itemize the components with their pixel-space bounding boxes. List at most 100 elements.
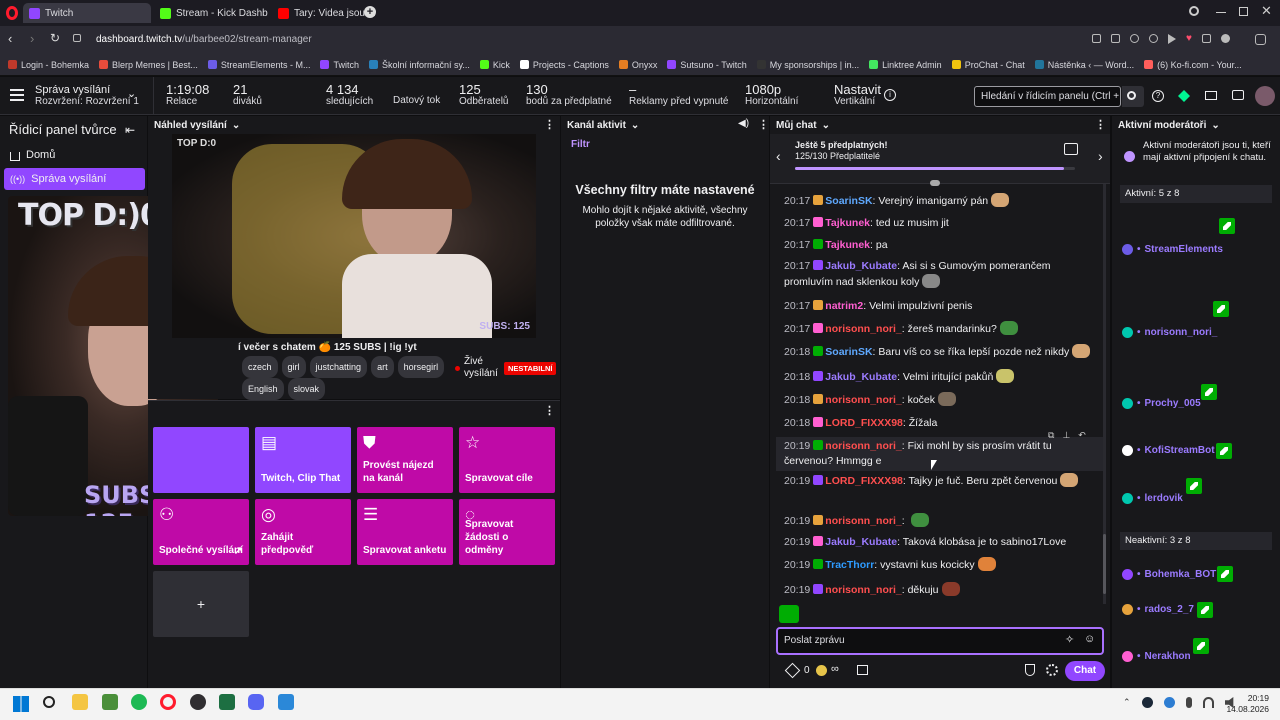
header-stat[interactable]: 125 Odběratelů: [459, 83, 508, 108]
chat-username[interactable]: norisonn_nori_: [825, 584, 901, 596]
collapse-sidebar-icon[interactable]: ⇤: [125, 123, 135, 137]
bookmark-item[interactable]: (6) Ko-fi.com - Your...: [1144, 60, 1242, 70]
chat-username[interactable]: Jakub_Kubate: [825, 536, 897, 548]
chevron-up-icon[interactable]: ⌃: [1123, 697, 1131, 708]
stream-tag[interactable]: horsegirl: [397, 356, 445, 378]
quick-action-tile[interactable]: ▤ Twitch, Clip That: [255, 427, 351, 493]
url-field[interactable]: dashboard.twitch.tv/u/barbee02/stream-ma…: [96, 34, 312, 45]
chat-scrollbar[interactable]: [1103, 184, 1106, 604]
discord-icon[interactable]: [248, 694, 264, 710]
chat-username[interactable]: norisonn_nori_: [825, 440, 901, 452]
more-options-icon[interactable]: ⋮: [544, 118, 555, 131]
emote-picker-icon[interactable]: ☺: [1084, 633, 1095, 645]
chat-message[interactable]: 20:19 Jakub_Kubate: Taková klobása je to …: [784, 535, 1099, 550]
spotify-icon[interactable]: [131, 694, 147, 710]
camera-icon[interactable]: [1111, 34, 1120, 43]
layout-selector[interactable]: Správa vysílání Rozvržení: Rozvržení 1: [35, 84, 139, 108]
chat-username[interactable]: norisonn_nori_: [825, 394, 901, 406]
chat-message[interactable]: 20:19 norisonn_nori_: Fixi mohl by sis pr…: [776, 437, 1103, 471]
bookmark-item[interactable]: Školní informační sy...: [368, 60, 470, 70]
chat-input[interactable]: Poslat zprávu ✧ ☺: [776, 627, 1104, 655]
quick-action-tile[interactable]: ◎ Zahájit předpověď: [255, 499, 351, 565]
moderator-entry[interactable]: • StreamElements: [1122, 244, 1223, 255]
chat-message[interactable]: 20:17 Tajkunek: ted uz musim jit: [784, 216, 1099, 231]
chat-message[interactable]: 20:18 SoarinSK: Baru víš co se říka lepší…: [784, 344, 1099, 360]
file-explorer-icon[interactable]: [72, 694, 88, 710]
filter-button[interactable]: Filtr: [571, 139, 590, 150]
chat-username[interactable]: Jakub_Kubate: [825, 260, 897, 272]
chat-message[interactable]: 20:17 norisonn_nori_: žereš mandarinku?: [784, 321, 1099, 337]
chat-username[interactable]: SoarinSK: [825, 195, 872, 207]
heart-icon[interactable]: ♥: [1186, 34, 1192, 44]
minecraft-icon[interactable]: [102, 694, 118, 710]
settings-gear-icon[interactable]: [1046, 664, 1058, 676]
forward-icon[interactable]: ›: [30, 31, 34, 46]
moderator-entry[interactable]: • Bohemka_BOT: [1122, 569, 1216, 580]
ai-icon[interactable]: [1255, 34, 1266, 45]
chat-username[interactable]: LORD_FIXXX98: [825, 417, 903, 429]
chevron-down-icon[interactable]: ⌄: [822, 120, 830, 131]
bookmark-item[interactable]: Onyxx: [618, 60, 657, 70]
bookmark-item[interactable]: Kick: [479, 60, 510, 70]
stream-tag[interactable]: art: [371, 356, 394, 378]
mic-icon[interactable]: [1185, 697, 1192, 708]
mail-icon[interactable]: [1205, 91, 1217, 100]
chat-message[interactable]: 20:17 Tajkunek: pa: [784, 238, 1099, 253]
chevron-down-icon[interactable]: ⌄: [232, 120, 240, 131]
mod-shield-icon[interactable]: [1025, 664, 1035, 676]
bookmark-item[interactable]: My sponsorships | in...: [756, 60, 859, 70]
stream-tag[interactable]: justchatting: [309, 356, 368, 378]
minimize-icon[interactable]: [1216, 12, 1226, 13]
network-icon[interactable]: [1163, 697, 1175, 708]
wifi-icon[interactable]: [1202, 697, 1214, 708]
chat-message[interactable]: 20:18 norisonn_nori_: koček: [784, 392, 1099, 408]
sparkle-icon[interactable]: ✧: [1065, 633, 1074, 646]
cube-icon[interactable]: [1201, 34, 1211, 43]
chat-username[interactable]: LORD_FIXXX98: [825, 475, 903, 487]
more-options-icon[interactable]: ⋮: [1095, 118, 1106, 131]
copy-icon[interactable]: ⧉: [1048, 430, 1054, 441]
dashboard-search[interactable]: Hledání v řídicím panelu (Ctrl +: [974, 86, 1121, 107]
obs-icon[interactable]: [190, 694, 206, 710]
chat-username[interactable]: natrim2: [825, 300, 863, 312]
quick-action-tile[interactable]: ⚇ Společné vysílání ↗: [153, 499, 249, 565]
search-button[interactable]: [1122, 86, 1144, 107]
share-icon[interactable]: [1092, 34, 1101, 43]
header-stat[interactable]: Datový tok: [393, 95, 440, 107]
reload-icon[interactable]: ↻: [50, 31, 60, 45]
chat-message[interactable]: 20:18 Jakub_Kubate: Velmi iritující pakůň: [784, 369, 1099, 385]
chat-message[interactable]: 20:17 natrim2: Velmi impulzivní penis: [784, 299, 1099, 314]
browser-tab[interactable]: Tary: Videa jsou hrozná, b...: [272, 3, 376, 23]
bookmark-item[interactable]: Login - Bohemka: [8, 60, 89, 70]
browser-tab[interactable]: Twitch: [23, 3, 151, 23]
moderator-entry[interactable]: • KofiStreamBot: [1122, 445, 1215, 456]
header-stat[interactable]: 130 bodů za předplatné: [526, 83, 612, 108]
bookmark-item[interactable]: Linktree Admin: [869, 60, 942, 70]
header-stat[interactable]: Nastavit Vertikální: [834, 83, 881, 108]
bookmark-item[interactable]: Sutsuno - Twitch: [667, 60, 747, 70]
chat-username[interactable]: norisonn_nori_: [825, 323, 901, 335]
goal-next-icon[interactable]: ›: [1098, 148, 1103, 164]
profile-icon[interactable]: [1220, 34, 1230, 43]
stream-tag[interactable]: czech: [242, 356, 278, 378]
chevron-down-icon[interactable]: ⌄: [631, 120, 639, 131]
chat-message[interactable]: 20:19 TracThorr: vystavni kus kocicky: [784, 557, 1099, 573]
stream-tag[interactable]: girl: [281, 356, 306, 378]
reply-icon[interactable]: ↶: [1078, 430, 1086, 441]
stream-tag[interactable]: slovak: [287, 378, 326, 400]
chat-message[interactable]: 20:17 SoarinSK: Verejný imanigarný pán: [784, 193, 1099, 209]
bookmark-item[interactable]: Projects - Captions: [519, 60, 609, 70]
gift-icon[interactable]: [1064, 143, 1078, 155]
quick-action-tile[interactable]: [153, 427, 249, 493]
chat-message[interactable]: 20:19 norisonn_nori_: děkuju: [784, 582, 1099, 598]
search-tabs-icon[interactable]: [1189, 6, 1199, 16]
windows-start-icon[interactable]: [13, 696, 29, 712]
chat-message[interactable]: 20:19 norisonn_nori_:: [784, 513, 1099, 529]
bookmark-item[interactable]: Nástěnka ‹ — Word...: [1034, 60, 1134, 70]
chat-message[interactable]: 20:19 LORD_FIXXX98: Tajky je fuč. Beru zp…: [784, 473, 1099, 489]
chat-username[interactable]: Jakub_Kubate: [825, 371, 897, 383]
chevron-down-icon[interactable]: ⌄: [1211, 120, 1219, 131]
store-icon[interactable]: [857, 665, 868, 675]
goal-prev-icon[interactable]: ‹: [776, 148, 781, 164]
more-options-icon[interactable]: ⋮: [544, 404, 555, 417]
